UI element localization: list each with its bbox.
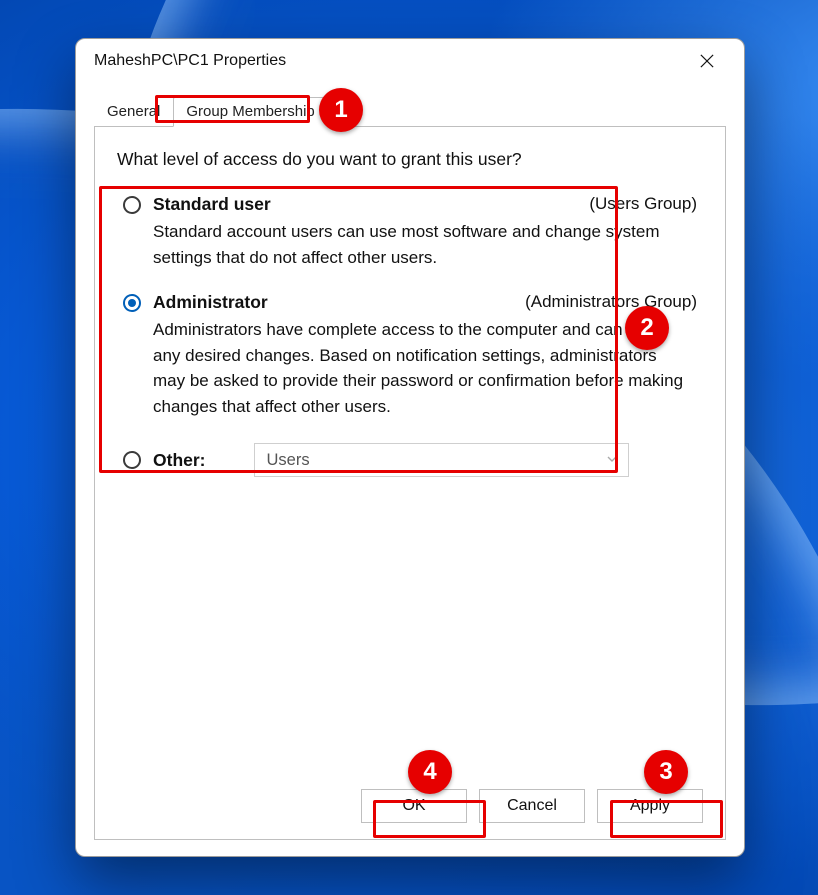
close-button[interactable] [684,45,730,77]
cancel-button[interactable]: Cancel [479,789,585,823]
annotation-box-4 [373,800,486,838]
titlebar: MaheshPC\PC1 Properties [76,39,744,83]
annotation-badge-3: 3 [644,750,688,794]
annotation-box-3 [610,800,723,838]
annotation-badge-1: 1 [319,88,363,132]
window-title: MaheshPC\PC1 Properties [94,52,286,70]
annotation-badge-2: 2 [625,306,669,350]
close-icon [700,54,714,68]
annotation-box-2 [99,186,618,473]
annotation-box-1 [155,95,310,123]
annotation-badge-4: 4 [408,750,452,794]
access-prompt: What level of access do you want to gran… [117,149,703,170]
